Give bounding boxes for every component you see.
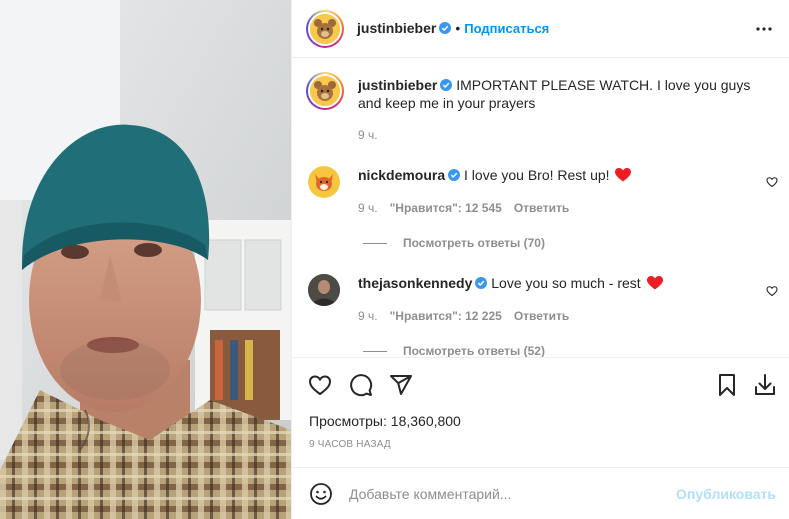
- comment-time: 9 ч.: [358, 201, 378, 215]
- reply-button[interactable]: Ответить: [514, 201, 569, 215]
- replies-divider-line: [363, 243, 387, 245]
- comment-time: 9 ч.: [358, 309, 378, 323]
- person-avatar-icon: [308, 274, 340, 306]
- comment-username[interactable]: nickdemoura: [358, 167, 445, 183]
- post-header: justinbieber • Подписаться: [292, 0, 789, 58]
- caption-meta: 9 ч.: [358, 128, 390, 142]
- replies-divider-line: [363, 351, 387, 353]
- red-heart-emoji-icon: [615, 168, 632, 182]
- download-icon[interactable]: [753, 373, 777, 397]
- post-side-panel: justinbieber • Подписаться justinbieber …: [291, 0, 789, 519]
- commenter-avatar[interactable]: [308, 166, 340, 198]
- more-horizontal-icon[interactable]: [752, 17, 776, 41]
- publish-button[interactable]: Опубликовать: [676, 486, 776, 502]
- comments-list[interactable]: justinbieber IMPORTANT PLEASE WATCH. I l…: [292, 59, 789, 357]
- caption-time: 9 ч.: [358, 128, 378, 142]
- comment-text: Love you so much - rest: [491, 275, 641, 291]
- caption-text-block: justinbieber IMPORTANT PLEASE WATCH. I l…: [358, 76, 758, 112]
- like-comment-heart-icon[interactable]: [766, 176, 778, 188]
- posted-time-ago: 9 ЧАСОВ НАЗАД: [309, 439, 391, 450]
- view-replies-label: Посмотреть ответы (70): [403, 236, 545, 250]
- comment-meta: 9 ч. "Нравится": 12 545 Ответить: [358, 201, 581, 215]
- author-avatar[interactable]: [306, 10, 344, 48]
- view-replies-button[interactable]: Посмотреть ответы (52): [363, 344, 545, 357]
- share-paper-plane-icon[interactable]: [389, 373, 413, 397]
- red-heart-emoji-icon: [646, 276, 663, 290]
- verified-badge-icon: [475, 277, 488, 289]
- comment-likes[interactable]: "Нравится": 12 545: [390, 201, 502, 215]
- post-actions-bar: [292, 357, 789, 411]
- verified-badge-icon: [440, 79, 453, 91]
- video-frame-image: [0, 0, 291, 519]
- header-author-line: justinbieber • Подписаться: [357, 20, 549, 36]
- caption-author-avatar[interactable]: [306, 72, 344, 110]
- bear-avatar-icon: [310, 76, 340, 106]
- comment-input[interactable]: Добавьте комментарий...: [349, 486, 511, 502]
- view-replies-label: Посмотреть ответы (52): [403, 344, 545, 357]
- comment-text: I love you Bro! Rest up!: [464, 167, 610, 183]
- comment-meta: 9 ч. "Нравится": 12 225 Ответить: [358, 309, 581, 323]
- like-heart-icon[interactable]: [308, 373, 332, 397]
- reply-button[interactable]: Ответить: [514, 309, 569, 323]
- comment-likes[interactable]: "Нравится": 12 225: [390, 309, 502, 323]
- author-username[interactable]: justinbieber: [357, 20, 436, 36]
- post-video[interactable]: [0, 0, 291, 519]
- view-replies-button[interactable]: Посмотреть ответы (70): [363, 236, 545, 250]
- views-count: Просмотры: 18,360,800: [309, 413, 461, 429]
- fox-avatar-icon: [308, 166, 340, 198]
- like-comment-heart-icon[interactable]: [766, 285, 778, 297]
- save-bookmark-icon[interactable]: [715, 373, 739, 397]
- separator-dot: •: [455, 20, 461, 36]
- caption-username[interactable]: justinbieber: [358, 77, 437, 93]
- comment-text-block: nickdemoura I love you Bro! Rest up!: [358, 166, 758, 184]
- comment-text-block: thejasonkennedy Love you so much - rest: [358, 274, 758, 292]
- comment-username[interactable]: thejasonkennedy: [358, 275, 472, 291]
- commenter-avatar[interactable]: [308, 274, 340, 306]
- add-comment-bar: Добавьте комментарий... Опубликовать: [292, 467, 789, 519]
- bear-avatar-icon: [310, 14, 340, 44]
- verified-badge-icon: [448, 169, 461, 181]
- emoji-smiley-icon[interactable]: [309, 482, 333, 506]
- comment-bubble-icon[interactable]: [349, 373, 373, 397]
- verified-badge-icon: [439, 22, 452, 34]
- follow-button[interactable]: Подписаться: [464, 21, 549, 36]
